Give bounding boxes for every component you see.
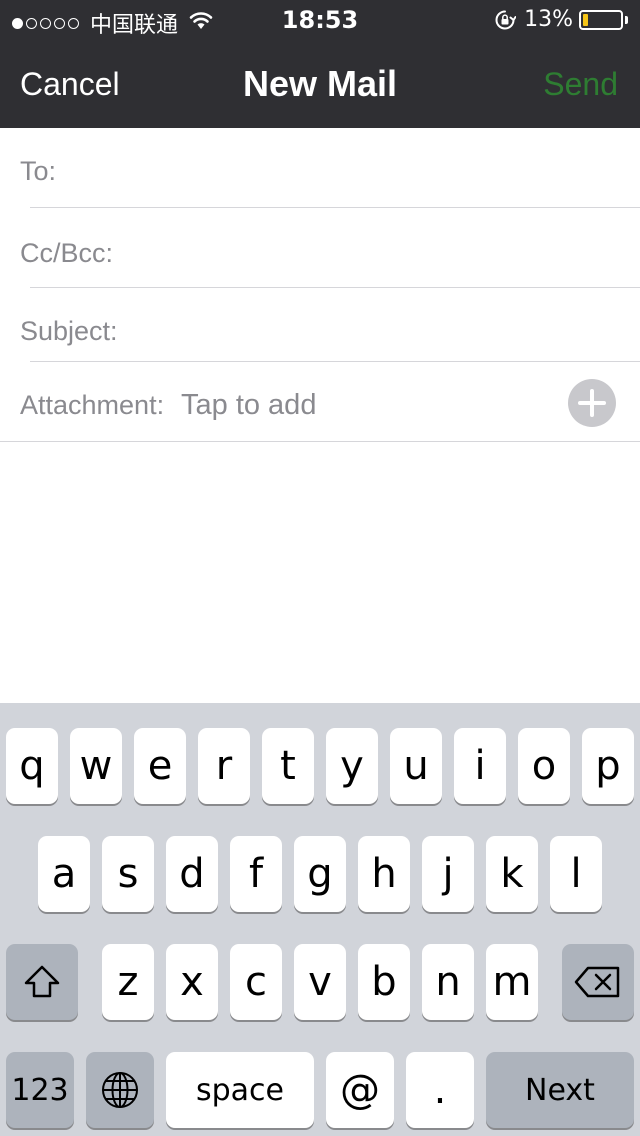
plus-icon: [578, 389, 606, 417]
key-q[interactable]: q: [6, 728, 58, 804]
next-key[interactable]: Next: [486, 1052, 634, 1128]
battery-tip: [625, 15, 628, 24]
key-k[interactable]: k: [486, 836, 538, 912]
key-r[interactable]: r: [198, 728, 250, 804]
key-g[interactable]: g: [294, 836, 346, 912]
key-z[interactable]: z: [102, 944, 154, 1020]
attachment-label: Attachment:: [20, 390, 165, 420]
keyboard: q w e r t y u i o p a s d f g h j k l z …: [0, 703, 640, 1136]
key-o[interactable]: o: [518, 728, 570, 804]
key-v[interactable]: v: [294, 944, 346, 1020]
attachment-field[interactable]: Attachment:: [0, 362, 640, 442]
key-n[interactable]: n: [422, 944, 474, 1020]
key-s[interactable]: s: [102, 836, 154, 912]
period-key[interactable]: .: [406, 1052, 474, 1128]
key-c[interactable]: c: [230, 944, 282, 1020]
delete-key[interactable]: [562, 944, 634, 1020]
key-a[interactable]: a: [38, 836, 90, 912]
space-key[interactable]: space: [166, 1052, 314, 1128]
add-attachment-button[interactable]: [568, 379, 616, 427]
message-body[interactable]: [0, 442, 640, 703]
key-f[interactable]: f: [230, 836, 282, 912]
subject-field[interactable]: Subject:: [0, 288, 640, 362]
key-h[interactable]: h: [358, 836, 410, 912]
delete-icon: [574, 966, 620, 998]
battery-level: [583, 13, 588, 26]
battery-icon: [579, 9, 623, 30]
key-e[interactable]: e: [134, 728, 186, 804]
key-p[interactable]: p: [582, 728, 634, 804]
shift-key[interactable]: [6, 944, 78, 1020]
key-l[interactable]: l: [550, 836, 602, 912]
rotation-lock-icon: [494, 9, 517, 31]
key-x[interactable]: x: [166, 944, 218, 1020]
key-u[interactable]: u: [390, 728, 442, 804]
globe-key[interactable]: [86, 1052, 154, 1128]
at-key[interactable]: @: [326, 1052, 394, 1128]
key-w[interactable]: w: [70, 728, 122, 804]
key-j[interactable]: j: [422, 836, 474, 912]
status-right: 13%: [494, 7, 628, 32]
key-m[interactable]: m: [486, 944, 538, 1020]
to-label: To:: [20, 156, 57, 186]
battery-percent: 13%: [524, 7, 573, 32]
key-i[interactable]: i: [454, 728, 506, 804]
send-button[interactable]: Send: [543, 66, 618, 103]
subject-label: Subject:: [20, 316, 118, 346]
cancel-button[interactable]: Cancel: [20, 66, 120, 103]
nav-bar: Cancel New Mail Send: [0, 40, 640, 128]
key-y[interactable]: y: [326, 728, 378, 804]
numbers-key[interactable]: 123: [6, 1052, 74, 1128]
key-b[interactable]: b: [358, 944, 410, 1020]
key-t[interactable]: t: [262, 728, 314, 804]
ccbcc-label: Cc/Bcc:: [20, 238, 114, 268]
to-field[interactable]: To:: [0, 128, 640, 208]
ccbcc-field[interactable]: Cc/Bcc:: [0, 208, 640, 288]
attachment-placeholder[interactable]: Tap to add: [181, 389, 316, 422]
key-d[interactable]: d: [166, 836, 218, 912]
shift-icon: [24, 965, 60, 998]
globe-icon: [102, 1072, 138, 1108]
status-bar: 中国联通 18:53 13%: [0, 0, 640, 40]
